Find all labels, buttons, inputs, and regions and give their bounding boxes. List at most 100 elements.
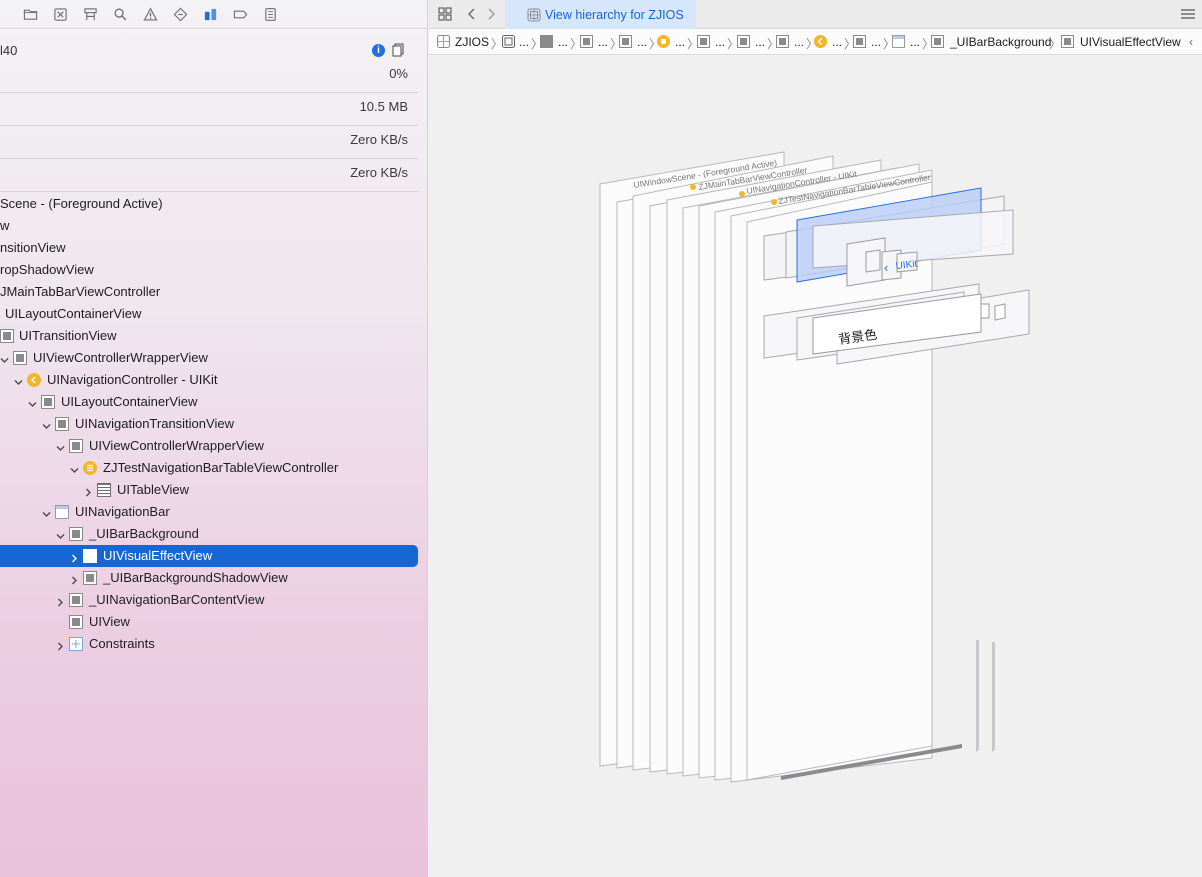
navigation-bar-icon: [892, 35, 905, 48]
tree-row-vc-wrapper-view[interactable]: UIViewControllerWrapperView: [0, 347, 418, 369]
tree-row-ui-view[interactable]: UIView: [0, 611, 418, 633]
chevron-down-icon[interactable]: [42, 419, 51, 429]
test-diamond-icon[interactable]: [172, 6, 188, 22]
view-icon: [83, 571, 97, 585]
view-icon: [83, 549, 97, 563]
info-icon[interactable]: i: [372, 44, 385, 57]
chevron-right-icon[interactable]: [70, 573, 79, 585]
view-icon: [619, 35, 632, 48]
controller-badge-icon: [771, 199, 777, 205]
forward-arrow-icon[interactable]: [486, 7, 496, 21]
view-icon: [0, 329, 14, 343]
editor-options-icon[interactable]: [1180, 8, 1196, 20]
tree-row-navigation-bar[interactable]: UINavigationBar: [0, 501, 418, 523]
navigator-toolbar: [0, 0, 427, 29]
memory-gauge-row[interactable]: 10.5 MB: [0, 93, 418, 126]
debug-navigator: l40 i 0% 10.5 MB Zero KB/s Zero KB/s Sce…: [0, 0, 428, 877]
tree-row-table-view-controller[interactable]: ZJTestNavigationBarTableViewController: [0, 457, 418, 479]
view-hierarchy-icon: [437, 35, 450, 48]
layer-accessory-2[interactable]: [994, 303, 1006, 321]
tree-row-transition-view[interactable]: nsitionView: [0, 237, 418, 259]
jumpbar-current[interactable]: UIVisualEffectView: [1080, 35, 1181, 49]
hierarchy-icon[interactable]: [82, 6, 98, 22]
tree-row-window-scene[interactable]: Scene - (Foreground Active): [0, 193, 418, 215]
disk-gauge-row[interactable]: Zero KB/s: [0, 126, 418, 159]
tree-row-ui-transition-view[interactable]: UITransitionView: [0, 325, 418, 347]
network-gauge-row[interactable]: Zero KB/s: [0, 159, 418, 192]
chevron-right-icon[interactable]: [70, 551, 79, 563]
jumpbar-ellipsis[interactable]: ...: [910, 35, 920, 49]
tree-row-bar-background[interactable]: _UIBarBackground: [0, 523, 418, 545]
layer-side-strip-2[interactable]: [992, 642, 995, 752]
view-icon: [69, 527, 83, 541]
jumpbar-ellipsis[interactable]: ...: [871, 35, 881, 49]
breakpoint-icon[interactable]: [232, 6, 248, 22]
chevron-down-icon[interactable]: [70, 463, 79, 473]
tree-row-vc-wrapper-view-2[interactable]: UIViewControllerWrapperView: [0, 435, 418, 457]
layer-side-strip-1[interactable]: [976, 640, 979, 752]
chevron-down-icon[interactable]: [14, 375, 23, 385]
debug-gauge-icon[interactable]: [202, 6, 218, 22]
tree-row-window[interactable]: w: [0, 215, 418, 237]
jumpbar-ellipsis[interactable]: ...: [598, 35, 608, 49]
copy-icon[interactable]: [392, 43, 404, 57]
source-control-icon[interactable]: [52, 6, 68, 22]
tree-row-layout-container-view[interactable]: UILayoutContainerView: [0, 303, 418, 325]
layer-accessory[interactable]: [980, 303, 990, 319]
tree-row-constraints[interactable]: Constraints: [0, 633, 418, 655]
chevron-down-icon[interactable]: [56, 529, 65, 539]
tree-row-navigation-bar-content-view[interactable]: _UINavigationBarContentView: [0, 589, 418, 611]
chevron-down-icon[interactable]: [42, 507, 51, 517]
tab-view-hierarchy[interactable]: View hierarchy for ZJIOS: [505, 0, 696, 29]
jumpbar-ellipsis[interactable]: ...: [755, 35, 765, 49]
view-icon: [580, 35, 593, 48]
tree-row-bar-background-shadow-view[interactable]: _UIBarBackgroundShadowView: [0, 567, 418, 589]
chevron-down-icon[interactable]: [0, 353, 9, 363]
window-icon: [502, 35, 515, 48]
view-icon: [69, 439, 83, 453]
chevron-left-icon[interactable]: ‹: [1189, 35, 1193, 49]
jumpbar-ellipsis[interactable]: ...: [558, 35, 568, 49]
cpu-gauge-row[interactable]: l40 i 0%: [0, 30, 418, 93]
tree-row-label: ropShadowView: [0, 262, 94, 277]
chevron-right-icon[interactable]: [84, 485, 93, 497]
tree-row-drop-shadow-view[interactable]: ropShadowView: [0, 259, 418, 281]
tree-row-table-view[interactable]: UITableView: [0, 479, 418, 501]
jumpbar-ellipsis[interactable]: ...: [519, 35, 529, 49]
tree-row-main-tab-bar-controller[interactable]: JMainTabBarViewController: [0, 281, 418, 303]
layer-nav-item-small[interactable]: [865, 249, 881, 273]
jumpbar-bar-background[interactable]: _UIBarBackground: [950, 35, 1051, 49]
cpu-label: l40: [0, 43, 18, 58]
chevron-right-icon[interactable]: [56, 595, 65, 607]
tree-row-label: UINavigationTransitionView: [75, 416, 234, 431]
back-arrow-icon[interactable]: [467, 7, 477, 21]
report-icon[interactable]: [262, 6, 278, 22]
navigation-controller-icon: [27, 373, 41, 387]
tree-row-label: UILayoutContainerView: [61, 394, 198, 409]
tree-row-navigation-transition-view[interactable]: UINavigationTransitionView: [0, 413, 418, 435]
tree-row-navigation-controller[interactable]: UINavigationController - UIKit: [0, 369, 418, 391]
chevron-down-icon[interactable]: [56, 441, 65, 451]
view-icon: [931, 35, 944, 48]
grid-icon[interactable]: [438, 7, 452, 21]
jumpbar-ellipsis[interactable]: ...: [637, 35, 647, 49]
chevron-down-icon[interactable]: [28, 397, 37, 407]
jump-bar: ZJIOS 〉 ... 〉 ... 〉 ... 〉 ... 〉 ... 〉 ..…: [429, 29, 1202, 55]
jumpbar-ellipsis[interactable]: ...: [794, 35, 804, 49]
tree-row-label: UINavigationController - UIKit: [47, 372, 218, 387]
view-icon: [540, 35, 553, 48]
view-hierarchy-canvas[interactable]: ‹ UIKit 背景色 UIWindowScene - (Foreground …: [429, 56, 1202, 877]
tree-row-layout-container-view-2[interactable]: UILayoutContainerView: [0, 391, 418, 413]
navigation-controller-icon: [814, 35, 827, 48]
search-icon[interactable]: [112, 6, 128, 22]
chevron-right-icon[interactable]: [56, 639, 65, 651]
folder-icon[interactable]: [22, 6, 38, 22]
jumpbar-ellipsis[interactable]: ...: [832, 35, 842, 49]
jumpbar-root[interactable]: ZJIOS: [455, 35, 489, 49]
jumpbar-ellipsis[interactable]: ...: [675, 35, 685, 49]
tree-row-label: ZJTestNavigationBarTableViewController: [103, 460, 339, 475]
nav-back-text: UIKit: [895, 259, 918, 272]
jumpbar-ellipsis[interactable]: ...: [715, 35, 725, 49]
tree-row-visual-effect-view[interactable]: UIVisualEffectView: [0, 545, 418, 567]
warning-icon[interactable]: [142, 6, 158, 22]
